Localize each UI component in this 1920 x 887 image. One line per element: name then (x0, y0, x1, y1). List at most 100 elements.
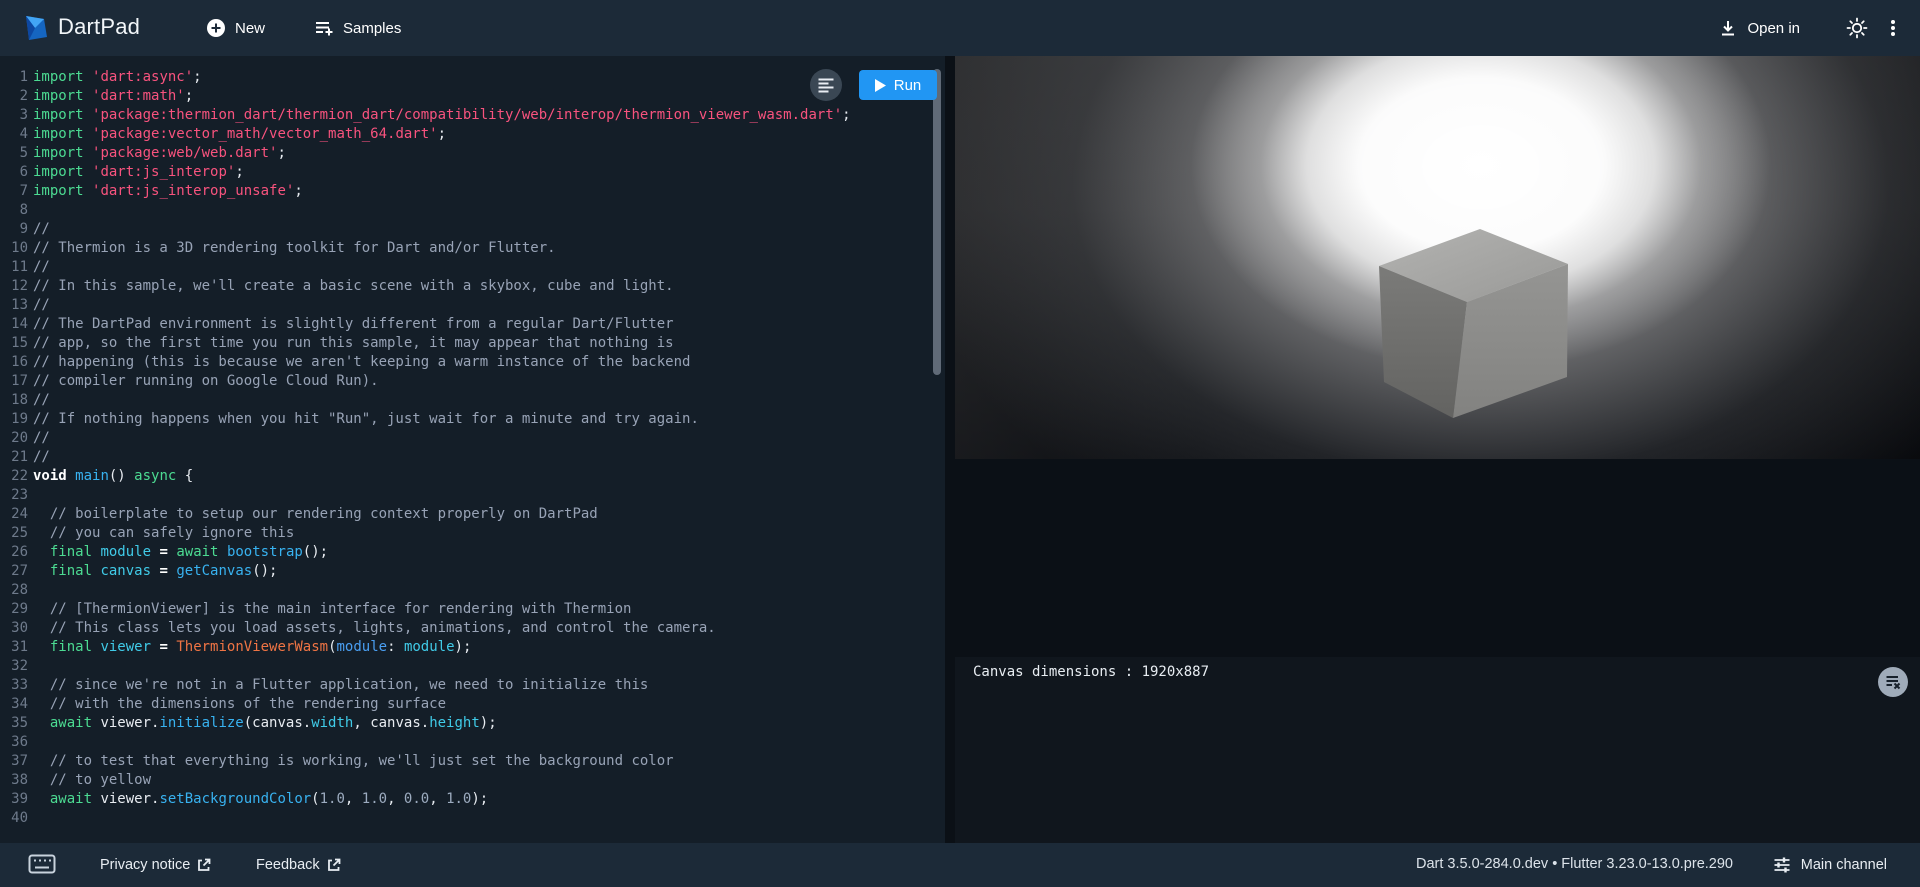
new-button[interactable]: New (206, 0, 265, 56)
line-number: 9 (0, 220, 28, 239)
line-number: 26 (0, 543, 28, 562)
line-number: 20 (0, 429, 28, 448)
code-line: 8 (0, 201, 851, 220)
code-line: 33 // since we're not in a Flutter appli… (0, 676, 851, 695)
line-number: 31 (0, 638, 28, 657)
keyboard-shortcuts-button[interactable] (28, 854, 56, 874)
code-line: 35 await viewer.initialize(canvas.width,… (0, 714, 851, 733)
line-number: 27 (0, 562, 28, 581)
code-line: 23 (0, 486, 851, 505)
line-number: 17 (0, 372, 28, 391)
code-line: 25 // you can safely ignore this (0, 524, 851, 543)
code-line: 26 final module = await bootstrap(); (0, 543, 851, 562)
code-editor[interactable]: 1import 'dart:async';2import 'dart:math'… (0, 56, 945, 843)
code-line: 32 (0, 657, 851, 676)
code-line: 24 // boilerplate to setup our rendering… (0, 505, 851, 524)
line-number: 21 (0, 448, 28, 467)
code-line: 19// If nothing happens when you hit "Ru… (0, 410, 851, 429)
feedback-label: Feedback (256, 857, 320, 873)
line-number: 30 (0, 619, 28, 638)
line-number: 32 (0, 657, 28, 676)
line-number: 38 (0, 771, 28, 790)
editor-scrollbar[interactable] (933, 69, 941, 375)
run-button[interactable]: Run (859, 70, 937, 100)
rendered-cube (1375, 229, 1572, 420)
code-line: 9// (0, 220, 851, 239)
code-line: 2import 'dart:math'; (0, 87, 851, 106)
privacy-notice-link[interactable]: Privacy notice (100, 843, 211, 887)
line-number: 16 (0, 353, 28, 372)
line-number: 24 (0, 505, 28, 524)
line-number: 34 (0, 695, 28, 714)
code-line: 4import 'package:vector_math/vector_math… (0, 125, 851, 144)
code-line: 5import 'package:web/web.dart'; (0, 144, 851, 163)
code-line: 40 (0, 809, 851, 828)
code-line: 16// happening (this is because we aren'… (0, 353, 851, 372)
line-number: 11 (0, 258, 28, 277)
code-line: 21// (0, 448, 851, 467)
code-line: 13// (0, 296, 851, 315)
line-number: 40 (0, 809, 28, 828)
line-number: 8 (0, 201, 28, 220)
app-bar: DartPad New Samples Open in (0, 0, 1920, 56)
code-line: 34 // with the dimensions of the renderi… (0, 695, 851, 714)
render-output-background (955, 459, 1920, 645)
line-number: 15 (0, 334, 28, 353)
open-in-button[interactable]: Open in (1718, 0, 1800, 56)
line-number: 33 (0, 676, 28, 695)
format-align-icon (817, 76, 835, 94)
code-line: 37 // to test that everything is working… (0, 752, 851, 771)
code-line: 29 // [ThermionViewer] is the main inter… (0, 600, 851, 619)
code-line: 1import 'dart:async'; (0, 68, 851, 87)
samples-button-label: Samples (343, 20, 401, 37)
code-line: 14// The DartPad environment is slightly… (0, 315, 851, 334)
code-area: 1import 'dart:async';2import 'dart:math'… (0, 68, 851, 828)
code-line: 17// compiler running on Google Cloud Ru… (0, 372, 851, 391)
open-in-new-icon (327, 858, 341, 872)
code-line: 6import 'dart:js_interop'; (0, 163, 851, 182)
theme-toggle-button[interactable] (1846, 17, 1868, 39)
code-line: 27 final canvas = getCanvas(); (0, 562, 851, 581)
clear-console-button[interactable] (1878, 667, 1908, 697)
play-icon (875, 79, 886, 92)
line-number: 39 (0, 790, 28, 809)
overflow-menu-button[interactable] (1882, 17, 1904, 39)
privacy-notice-label: Privacy notice (100, 857, 190, 873)
code-line: 39 await viewer.setBackgroundColor(1.0, … (0, 790, 851, 809)
line-number: 28 (0, 581, 28, 600)
clear-console-icon (1885, 674, 1901, 690)
code-line: 12// In this sample, we'll create a basi… (0, 277, 851, 296)
console-panel: Canvas dimensions : 1920x887 (955, 657, 1920, 843)
new-button-label: New (235, 20, 265, 37)
line-number: 36 (0, 733, 28, 752)
open-in-new-icon (197, 858, 211, 872)
line-number: 10 (0, 239, 28, 258)
console-splitter-horizontal[interactable] (955, 645, 1920, 657)
code-line: 15// app, so the first time you run this… (0, 334, 851, 353)
line-number: 1 (0, 68, 28, 87)
code-line: 10// Thermion is a 3D rendering toolkit … (0, 239, 851, 258)
code-line: 31 final viewer = ThermionViewerWasm(mod… (0, 638, 851, 657)
console-output: Canvas dimensions : 1920x887 (973, 664, 1209, 680)
app-title: DartPad (58, 14, 140, 40)
sdk-version-text: Dart 3.5.0-284.0.dev • Flutter 3.23.0-13… (1416, 856, 1733, 872)
code-line: 22void main() async { (0, 467, 851, 486)
line-number: 14 (0, 315, 28, 334)
channel-selector[interactable]: Main channel (1773, 843, 1887, 887)
line-number: 25 (0, 524, 28, 543)
code-line: 28 (0, 581, 851, 600)
code-line: 7import 'dart:js_interop_unsafe'; (0, 182, 851, 201)
panel-splitter-vertical[interactable] (945, 56, 955, 843)
line-number: 6 (0, 163, 28, 182)
line-number: 2 (0, 87, 28, 106)
line-number: 18 (0, 391, 28, 410)
code-line: 20// (0, 429, 851, 448)
download-icon (1718, 18, 1738, 38)
line-number: 3 (0, 106, 28, 125)
samples-button[interactable]: Samples (314, 0, 401, 56)
line-number: 4 (0, 125, 28, 144)
playlist-add-icon (314, 18, 334, 38)
code-line: 18// (0, 391, 851, 410)
feedback-link[interactable]: Feedback (256, 843, 341, 887)
format-button[interactable] (810, 69, 842, 101)
